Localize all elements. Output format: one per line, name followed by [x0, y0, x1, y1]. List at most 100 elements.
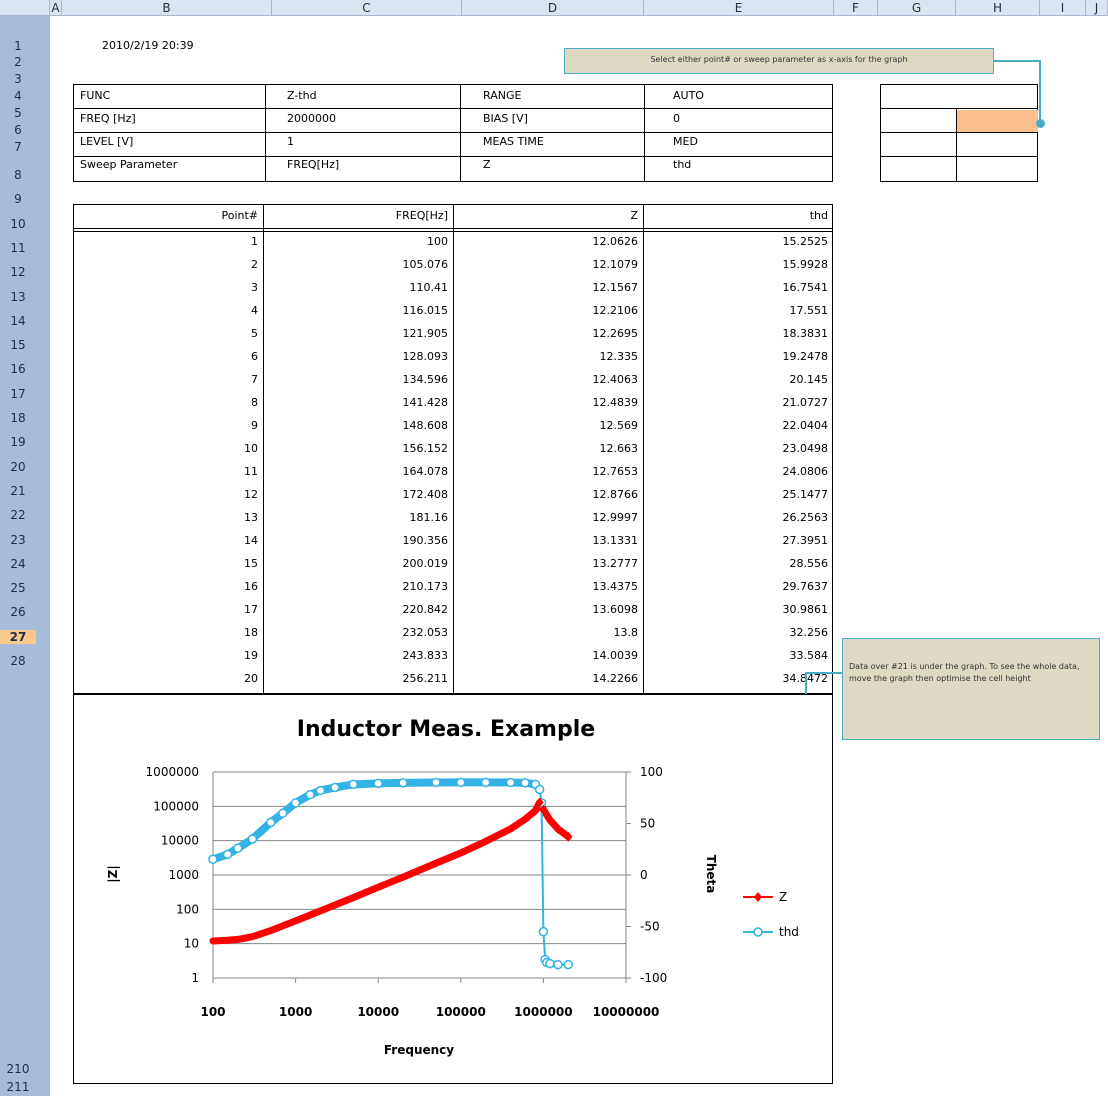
table-cell[interactable]: 164.078 — [263, 464, 453, 480]
settings-cell[interactable]: BIAS [V] — [478, 111, 649, 127]
table-header-cell[interactable]: Z — [453, 208, 643, 224]
table-cell[interactable]: 18.3831 — [643, 326, 833, 342]
row-header-20[interactable]: 20 — [0, 460, 36, 474]
table-cell[interactable]: 8 — [73, 395, 263, 411]
table-cell[interactable]: 12.1079 — [453, 257, 643, 273]
table-cell[interactable]: 12.2695 — [453, 326, 643, 342]
table-cell[interactable]: 28.556 — [643, 556, 833, 572]
note-data-overflow[interactable]: Data over #21 is under the graph. To see… — [842, 638, 1100, 740]
table-cell[interactable]: 24.0806 — [643, 464, 833, 480]
row-header-5[interactable]: 5 — [0, 106, 36, 120]
table-cell[interactable]: 12.7653 — [453, 464, 643, 480]
table-cell[interactable]: 6 — [73, 349, 263, 365]
table-cell[interactable]: 19 — [73, 648, 263, 664]
table-cell[interactable]: 30.9861 — [643, 602, 833, 618]
row-header-7[interactable]: 7 — [0, 140, 36, 154]
row-header-6[interactable]: 6 — [0, 123, 36, 137]
row-header-3[interactable]: 3 — [0, 72, 36, 86]
settings-cell[interactable]: AUTO — [668, 88, 833, 104]
settings-cell[interactable]: Sweep Parameter — [75, 157, 270, 173]
table-cell[interactable]: 12.569 — [453, 418, 643, 434]
table-cell[interactable]: 4 — [73, 303, 263, 319]
table-header-cell[interactable]: Point# — [73, 208, 263, 224]
table-cell[interactable]: 232.053 — [263, 625, 453, 641]
table-cell[interactable]: 18 — [73, 625, 263, 641]
table-cell[interactable]: 121.905 — [263, 326, 453, 342]
column-header-h[interactable]: H — [956, 0, 1040, 16]
table-cell[interactable]: 12.335 — [453, 349, 643, 365]
table-cell[interactable]: 14.0039 — [453, 648, 643, 664]
settings-cell[interactable]: Z — [478, 157, 649, 173]
table-cell[interactable]: 14.2266 — [453, 671, 643, 687]
row-header-12[interactable]: 12 — [0, 265, 36, 279]
row-header-21[interactable]: 21 — [0, 484, 36, 498]
table-cell[interactable]: 20 — [73, 671, 263, 687]
settings-cell[interactable]: MEAS TIME — [478, 134, 649, 150]
table-cell[interactable]: 10 — [73, 441, 263, 457]
table-header-cell[interactable]: thd — [643, 208, 833, 224]
graph-param-value[interactable] — [956, 110, 1038, 132]
table-cell[interactable]: 20.145 — [643, 372, 833, 388]
table-cell[interactable]: 12.4839 — [453, 395, 643, 411]
table-cell[interactable]: 16 — [73, 579, 263, 595]
table-cell[interactable]: 12 — [73, 487, 263, 503]
table-cell[interactable]: 148.608 — [263, 418, 453, 434]
row-header-13[interactable]: 13 — [0, 290, 36, 304]
column-header-e[interactable]: E — [644, 0, 834, 16]
column-header-f[interactable]: F — [834, 0, 878, 16]
note-x-axis[interactable]: Select either point# or sweep parameter … — [564, 48, 994, 74]
table-cell[interactable]: 116.015 — [263, 303, 453, 319]
settings-cell[interactable]: LEVEL [V] — [75, 134, 270, 150]
column-header-d[interactable]: D — [462, 0, 644, 16]
settings-cell[interactable]: RANGE — [478, 88, 649, 104]
row-header-17[interactable]: 17 — [0, 387, 36, 401]
table-cell[interactable]: 3 — [73, 280, 263, 296]
settings-cell[interactable]: MED — [668, 134, 833, 150]
table-cell[interactable]: 26.2563 — [643, 510, 833, 526]
table-cell[interactable]: 7 — [73, 372, 263, 388]
row-header-25[interactable]: 25 — [0, 581, 36, 595]
table-cell[interactable]: 29.7637 — [643, 579, 833, 595]
table-cell[interactable]: 1 — [73, 234, 263, 250]
table-cell[interactable]: 15.2525 — [643, 234, 833, 250]
table-cell[interactable]: 12.2106 — [453, 303, 643, 319]
table-cell[interactable]: 128.093 — [263, 349, 453, 365]
table-cell[interactable]: 12.1567 — [453, 280, 643, 296]
row-header-2[interactable]: 2 — [0, 55, 36, 69]
table-cell[interactable]: 14 — [73, 533, 263, 549]
table-cell[interactable]: 256.211 — [263, 671, 453, 687]
column-header-j[interactable]: J — [1086, 0, 1108, 16]
table-cell[interactable]: 25.1477 — [643, 487, 833, 503]
table-header-cell[interactable]: FREQ[Hz] — [263, 208, 453, 224]
table-cell[interactable]: 13.8 — [453, 625, 643, 641]
row-header-16[interactable]: 16 — [0, 362, 36, 376]
table-cell[interactable]: 156.152 — [263, 441, 453, 457]
table-cell[interactable]: 21.0727 — [643, 395, 833, 411]
row-header-9[interactable]: 9 — [0, 192, 36, 206]
column-header-a[interactable]: A — [50, 0, 62, 16]
table-cell[interactable]: 200.019 — [263, 556, 453, 572]
table-cell[interactable]: 33.584 — [643, 648, 833, 664]
table-cell[interactable]: 13.4375 — [453, 579, 643, 595]
settings-cell[interactable]: thd — [668, 157, 833, 173]
settings-cell[interactable]: FUNC — [75, 88, 270, 104]
table-cell[interactable]: 23.0498 — [643, 441, 833, 457]
row-header-28[interactable]: 28 — [0, 654, 36, 668]
table-cell[interactable]: 105.076 — [263, 257, 453, 273]
row-header-18[interactable]: 18 — [0, 411, 36, 425]
timestamp[interactable]: 2010/2/19 20:39 — [97, 38, 282, 54]
row-header-14[interactable]: 14 — [0, 314, 36, 328]
table-cell[interactable]: 141.428 — [263, 395, 453, 411]
table-cell[interactable]: 12.9997 — [453, 510, 643, 526]
row-header-22[interactable]: 22 — [0, 508, 36, 522]
table-cell[interactable]: 13.6098 — [453, 602, 643, 618]
row-header-10[interactable]: 10 — [0, 217, 36, 231]
select-all-corner[interactable] — [0, 0, 50, 16]
table-cell[interactable]: 134.596 — [263, 372, 453, 388]
row-header-1[interactable]: 1 — [0, 39, 36, 53]
table-cell[interactable]: 220.842 — [263, 602, 453, 618]
table-cell[interactable]: 181.16 — [263, 510, 453, 526]
table-cell[interactable]: 27.3951 — [643, 533, 833, 549]
settings-cell[interactable]: FREQ[Hz] — [282, 157, 467, 173]
table-cell[interactable]: 13.2777 — [453, 556, 643, 572]
